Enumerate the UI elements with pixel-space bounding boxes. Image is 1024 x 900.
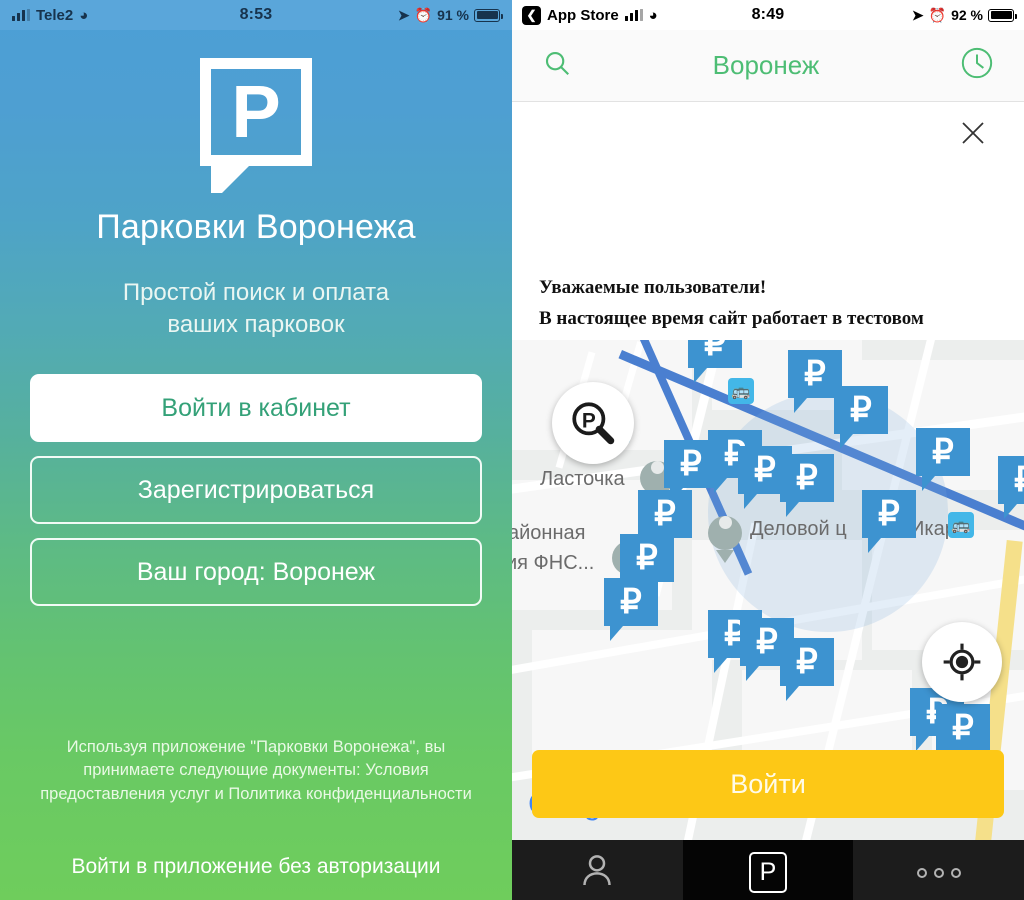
login-button[interactable]: Войти <box>532 750 1004 818</box>
parking-marker-tail <box>746 666 759 681</box>
svg-text:P: P <box>582 410 596 433</box>
search-icon[interactable] <box>542 48 572 83</box>
city-selector-button[interactable]: Ваш город: Воронеж <box>30 538 482 607</box>
parking-marker-symbol: ₽ <box>688 340 742 368</box>
logo-letter: P <box>231 70 281 153</box>
parking-marker-symbol: ₽ <box>998 456 1024 504</box>
map-label: Ласточка <box>540 468 625 490</box>
notice-panel: Уважаемые пользователи! В настоящее врем… <box>512 102 1024 340</box>
parking-search-badge[interactable]: P <box>552 382 634 464</box>
parking-marker[interactable]: ₽ <box>834 386 888 449</box>
map-view[interactable]: Ласточка айонная ия ФНС... Деловой ц Ика… <box>512 340 1024 840</box>
map-label: айонная <box>512 522 586 544</box>
parking-marker-symbol: ₽ <box>780 454 834 502</box>
notice-text: Уважаемые пользователи! В настоящее врем… <box>539 272 1004 335</box>
parking-marker[interactable]: ₽ <box>862 490 916 553</box>
legal-text: Используя приложение "Парковки Воронежа"… <box>40 738 472 803</box>
app-title: Парковки Воронежа <box>96 208 416 246</box>
tab-profile[interactable] <box>512 840 683 900</box>
page-title: Воронеж <box>712 50 820 80</box>
map-label: ия ФНС... <box>512 552 595 574</box>
parking-marker-tail <box>922 476 935 491</box>
app-subtitle-line1: Простой поиск и оплата <box>122 279 390 306</box>
status-bar-left: Tele2 ◕ 8:53 ➤ ⏰ 91 % <box>0 0 512 30</box>
alarm-clock-icon: ⏰ <box>928 6 947 23</box>
parking-marker-tail <box>1004 504 1017 519</box>
alarm-clock-icon: ⏰ <box>414 6 433 23</box>
parking-marker-tail <box>786 686 799 701</box>
locate-crosshair-icon[interactable] <box>922 622 1002 702</box>
register-button[interactable]: Зарегистрироваться <box>30 456 482 525</box>
bottom-tab-bar: P <box>512 840 1024 900</box>
clock-icon[interactable] <box>960 46 994 85</box>
login-account-button[interactable]: Войти в кабинет <box>30 374 482 443</box>
location-arrow-icon: ➤ <box>397 6 410 23</box>
parking-marker-symbol: ₽ <box>604 578 658 626</box>
parking-marker-symbol: ₽ <box>862 490 916 538</box>
more-dots-icon <box>916 867 961 878</box>
person-icon <box>577 850 617 895</box>
parking-marker-tail <box>794 398 807 413</box>
location-arrow-icon: ➤ <box>911 6 924 23</box>
right-phone-screen: ❮ App Store ◕ 8:49 ➤ ⏰ 92 % Воронеж Уваж… <box>512 0 1024 900</box>
battery-percent: 91 % <box>437 7 469 23</box>
close-icon[interactable] <box>958 118 988 148</box>
dual-phone-screenshot: Tele2 ◕ 8:53 ➤ ⏰ 91 % P Парковки Воронеж… <box>0 0 1024 900</box>
parking-p-icon: P <box>749 852 787 893</box>
parking-marker[interactable]: ₽ <box>998 456 1024 519</box>
parking-marker[interactable]: ₽ <box>916 428 970 491</box>
parking-marker-symbol: ₽ <box>620 534 674 582</box>
app-subtitle: Простой поиск и оплата ваших парковок <box>0 277 512 340</box>
left-phone-screen: Tele2 ◕ 8:53 ➤ ⏰ 91 % P Парковки Воронеж… <box>0 0 512 900</box>
tab-parking[interactable]: P <box>682 840 854 900</box>
app-navbar: Воронеж <box>512 30 1024 102</box>
status-right-group: ➤ ⏰ 91 % <box>397 6 503 24</box>
map-label: Деловой ц <box>750 518 847 540</box>
parking-marker-tail <box>714 478 727 493</box>
parking-marker[interactable]: ₽ <box>604 578 658 641</box>
parking-marker-symbol: ₽ <box>936 704 990 752</box>
map-poi-pin[interactable] <box>708 505 742 563</box>
parking-marker-tail <box>714 658 727 673</box>
parking-marker-symbol: ₽ <box>780 638 834 686</box>
auth-buttons: Войти в кабинет Зарегистрироваться Ваш г… <box>0 374 512 607</box>
parking-marker-tail <box>916 736 929 751</box>
battery-icon <box>988 8 1017 22</box>
parking-marker-tail <box>840 434 853 449</box>
parking-marker[interactable]: ₽ <box>688 340 742 383</box>
parking-marker-symbol: ₽ <box>916 428 970 476</box>
parking-marker-tail <box>868 538 881 553</box>
parking-marker-symbol: ₽ <box>834 386 888 434</box>
notice-line-2: В настоящее время сайт работает в тестов… <box>539 308 924 330</box>
parking-marker[interactable]: ₽ <box>780 638 834 701</box>
status-right-group: ➤ ⏰ 92 % <box>911 6 1017 24</box>
parking-marker-tail <box>694 368 707 383</box>
bus-stop-icon: 🚌 <box>948 512 974 538</box>
guest-login-link[interactable]: Войти в приложение без авторизации <box>0 855 512 879</box>
app-subtitle-line2: ваших парковок <box>167 310 345 338</box>
status-bar-right: ❮ App Store ◕ 8:49 ➤ ⏰ 92 % <box>512 0 1024 30</box>
battery-icon <box>474 8 503 22</box>
parking-marker-tail <box>786 502 799 517</box>
parking-marker-tail <box>744 494 757 509</box>
parking-marker-tail <box>610 626 623 641</box>
app-logo: P <box>0 58 512 193</box>
tab-more[interactable] <box>853 840 1024 900</box>
parking-marker[interactable]: ₽ <box>780 454 834 517</box>
parking-marker-symbol: ₽ <box>638 490 692 538</box>
notice-line-1: Уважаемые пользователи! <box>539 277 767 298</box>
battery-percent: 92 % <box>951 7 983 23</box>
